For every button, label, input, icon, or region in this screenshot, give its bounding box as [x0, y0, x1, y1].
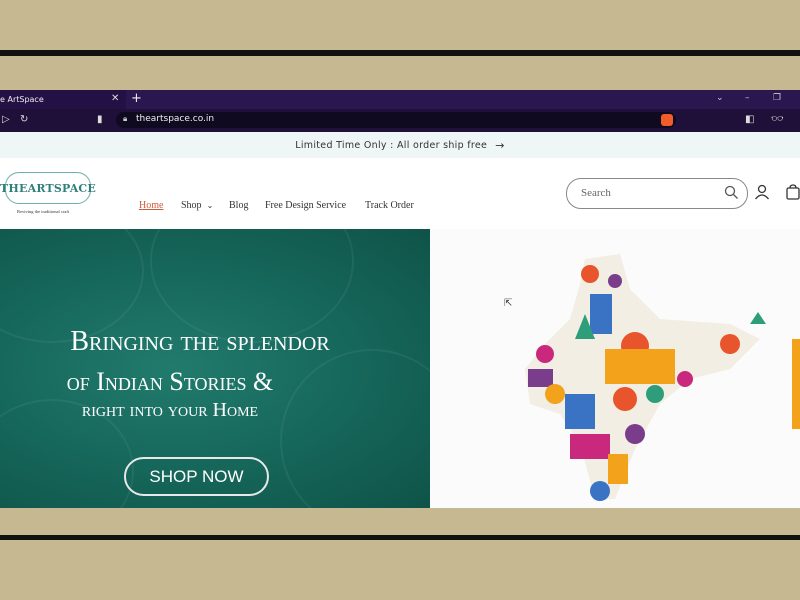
video-frame-bottom — [0, 540, 800, 600]
url-text: theartspace.co.in — [136, 114, 215, 124]
search-placeholder: Search — [581, 187, 611, 199]
forward-icon[interactable]: ▷ — [2, 114, 10, 125]
logo-text: THEARTSPACE — [0, 181, 96, 195]
arrow-right-icon: → — [495, 138, 505, 152]
video-frame-top — [0, 0, 800, 50]
mouse-cursor-icon: ⇱ — [504, 298, 513, 309]
hero-heading-line1: Bringing the splendor — [70, 326, 330, 357]
new-tab-button[interactable]: + — [131, 91, 142, 106]
reload-icon[interactable]: ↻ — [20, 114, 28, 125]
nav-blog[interactable]: Blog — [229, 200, 248, 211]
nav-shop[interactable]: Shop ⌄ — [181, 200, 213, 211]
shop-now-button[interactable]: SHOP NOW — [124, 457, 269, 496]
india-map-icon — [525, 254, 800, 501]
nav-free-design-service[interactable]: Free Design Service — [265, 200, 346, 211]
address-bar[interactable]: 🔒︎ theartspace.co.in — [116, 112, 676, 128]
tab-search-icon[interactable]: ⌄ — [716, 93, 724, 103]
restore-icon[interactable]: ❐ — [773, 93, 781, 103]
hero-heading-line3: right into your Home — [81, 399, 259, 421]
tab-close-icon[interactable]: ✕ — [111, 93, 119, 104]
minimize-icon[interactable]: – — [745, 93, 750, 103]
video-frame-band — [0, 56, 800, 90]
nav-shop-label: Shop — [181, 200, 202, 211]
india-map-illustration — [430, 229, 800, 508]
tab-title: e ArtSpace — [0, 95, 44, 104]
tab-bar: e ArtSpace ✕ + ⌄ – ❐ — [0, 90, 800, 109]
bookmark-icon[interactable]: ▮ — [97, 114, 103, 125]
nav-track-order[interactable]: Track Order — [365, 200, 414, 211]
hero-banner[interactable]: Bringing the splendor of Indian Stories … — [0, 229, 430, 508]
browser-window: e ArtSpace ✕ + ⌄ – ❐ ▷ ↻ ▮ 🔒︎ theartspac… — [0, 90, 800, 508]
private-profile-icon[interactable]: 👓︎ — [771, 114, 784, 125]
search-input[interactable]: Search — [566, 178, 748, 209]
browser-tab[interactable]: e ArtSpace ✕ — [0, 90, 126, 109]
announcement-text: Limited Time Only : All order ship free — [295, 139, 488, 151]
chevron-down-icon: ⌄ — [206, 201, 214, 210]
site-logo[interactable]: THEARTSPACE — [0, 172, 96, 204]
user-icon[interactable] — [754, 184, 770, 200]
browser-toolbar: ▷ ↻ ▮ 🔒︎ theartspace.co.in ◧ 👓︎ — [0, 109, 800, 132]
search-icon[interactable] — [724, 185, 739, 200]
cart-icon[interactable] — [786, 184, 800, 200]
logo-tagline: Reviving the traditional craft — [17, 209, 70, 214]
lock-icon: 🔒︎ — [123, 114, 128, 123]
brave-shield-icon[interactable] — [661, 114, 673, 126]
site-header: THEARTSPACE Reviving the traditional cra… — [0, 158, 800, 229]
announcement-bar[interactable]: Limited Time Only : All order ship free … — [0, 132, 800, 159]
hero-heading-line2: of Indian Stories & — [66, 367, 274, 396]
nav-home[interactable]: Home — [139, 200, 163, 211]
sidebar-icon[interactable]: ◧ — [745, 114, 754, 125]
